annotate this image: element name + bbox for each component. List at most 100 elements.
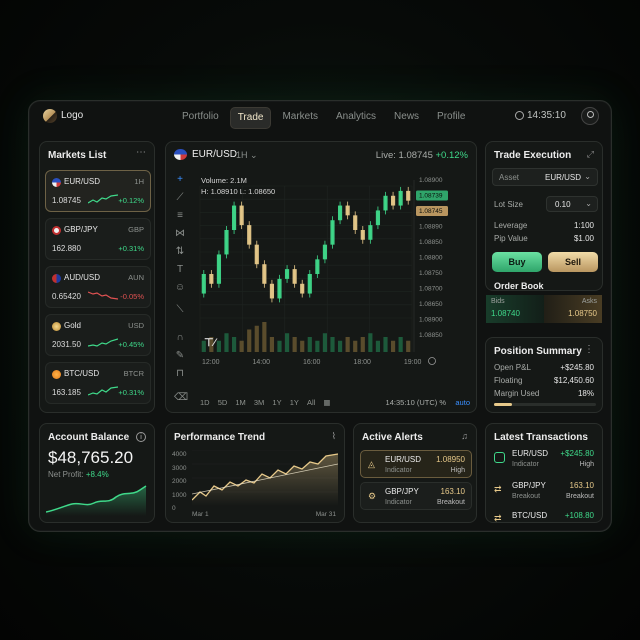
magnet-icon[interactable]: ∩ — [174, 332, 186, 344]
candle-body — [390, 195, 396, 206]
live-change: +0.12% — [435, 150, 469, 161]
horizontal-lines-icon[interactable]: ≡ — [174, 210, 186, 222]
swap-icon: ⇄ — [494, 513, 502, 523]
market-item-btcusd[interactable]: BTC/USD BTCR 163.185 +0.31% — [45, 362, 151, 404]
pattern-icon[interactable]: ⋈ — [174, 228, 186, 240]
tf-1d-button[interactable]: 1D — [200, 398, 210, 407]
nav-portfolio[interactable]: Portfolio — [175, 107, 226, 129]
margin-progress-fill — [494, 403, 513, 406]
buy-button[interactable]: Buy — [492, 252, 542, 272]
tf-1y-button-2[interactable]: 1Y — [290, 398, 299, 407]
candle-body — [247, 225, 252, 245]
y-tick: 4000 — [172, 451, 187, 458]
chart-live-readout: Live: 1.08745 +0.12% — [376, 150, 468, 161]
candle-body — [337, 205, 343, 221]
position-summary-title: Position Summary — [494, 346, 582, 357]
alert-item[interactable]: ◬ EUR/USD Indicator 1.08950 High — [360, 450, 472, 478]
alert-item[interactable]: ⚙ GBP/JPY Indicator 163.10 Breakout — [360, 482, 472, 510]
us-flag-icon — [52, 178, 61, 187]
ruler-icon[interactable]: ⟍ — [174, 304, 186, 316]
user-avatar-icon[interactable] — [581, 107, 599, 125]
alert-pair: GBP/JPY — [385, 487, 419, 496]
more-vertical-icon[interactable]: ⋮ — [584, 344, 594, 355]
lot-size-input[interactable]: 0.10 ⌄ — [546, 196, 598, 212]
volume-bar — [398, 337, 403, 352]
time-tick: 19:00 — [404, 359, 422, 366]
margin-progress-track — [494, 403, 596, 406]
tf-all-button[interactable]: All — [307, 398, 315, 407]
price-tick: 1.08850 — [419, 332, 443, 339]
market-name: BTC/USD — [64, 369, 100, 378]
asset-select[interactable]: Asset EUR/USD ⌄ — [492, 168, 598, 186]
candle-body — [375, 210, 381, 226]
chevron-down-icon: ⌄ — [585, 199, 592, 208]
auto-scale-toggle[interactable]: auto — [455, 398, 470, 407]
chevron-down-icon: ⌄ — [584, 172, 591, 181]
nav-profile[interactable]: Profile — [430, 107, 472, 129]
bid-price: 1.08740 — [491, 309, 520, 318]
calendar-icon[interactable]: ▦ — [323, 398, 330, 407]
order-book-title: Order Book — [494, 281, 544, 291]
candle-body — [209, 274, 214, 284]
candlestick-chart[interactable]: 1.08900 1.08739 1.08745 1.08890 1.08850 1.088… — [192, 172, 452, 388]
lot-size-value: 0.10 — [555, 200, 571, 209]
trendline-icon[interactable]: ⟋ — [174, 192, 186, 204]
tf-1m-button[interactable]: 1M — [235, 398, 245, 407]
trash-icon[interactable]: ⌫ — [174, 392, 188, 404]
gold-coin-icon — [52, 322, 61, 331]
nav-trade[interactable]: Trade — [229, 107, 272, 129]
candle-body — [300, 283, 305, 294]
sell-button[interactable]: Sell — [548, 252, 598, 272]
alert-type: Indicator — [385, 499, 412, 506]
fib-icon[interactable]: ⇅ — [174, 246, 186, 258]
text-icon[interactable]: T — [174, 264, 186, 276]
open-pnl-value: +$245.80 — [560, 363, 594, 372]
crosshair-icon[interactable]: + — [174, 174, 186, 186]
open-pnl-label: Open P&L — [494, 363, 531, 372]
volume-bar — [375, 340, 381, 352]
trend-icon[interactable]: ⌇ — [332, 431, 336, 442]
candle-body — [353, 215, 358, 230]
nav-news[interactable]: News — [387, 107, 426, 129]
latest-transactions-panel: Latest Transactions EUR/USD Indicator +$… — [485, 423, 603, 523]
logo-text[interactable]: Logo — [61, 110, 83, 121]
lock-icon[interactable]: ⊓ — [174, 368, 186, 380]
nav-analytics[interactable]: Analytics — [329, 107, 383, 129]
gbp-jpy-icon — [52, 226, 61, 235]
app-window: Logo Portfolio Trade Markets Analytics N… — [28, 100, 612, 532]
price-tick: 1.08739 — [419, 193, 443, 200]
market-item-audusd[interactable]: AUD/USD AUN 0.65420 -0.05% — [45, 266, 151, 308]
pen-icon[interactable]: ✎ — [174, 350, 186, 362]
market-change: +0.45% — [118, 340, 144, 349]
us-flag-icon — [174, 149, 187, 160]
chart-timeframe-select[interactable]: 1H ⌄ — [236, 150, 258, 161]
tf-1y-button[interactable]: 1Y — [272, 398, 281, 407]
lot-size-label: Lot Size — [494, 200, 523, 209]
volume-bar — [345, 337, 350, 352]
time-tick: 18:00 — [353, 359, 371, 366]
alert-level: High — [450, 467, 465, 474]
tx-amount: +$245.80 — [560, 449, 594, 458]
pip-value-label: Pip Value — [494, 234, 528, 243]
bell-icon[interactable]: ♫ — [461, 431, 468, 441]
volume-bar — [406, 340, 411, 352]
chart-tf-label: 1H — [236, 150, 248, 160]
aud-flag-icon — [52, 274, 61, 283]
chart-pair[interactable]: EUR/USD — [192, 149, 237, 160]
price-tick: 1.08750 — [419, 270, 443, 277]
info-icon[interactable]: i — [136, 432, 146, 442]
active-alerts-panel: Active Alerts ♫ ◬ EUR/USD Indicator 1.08… — [353, 423, 477, 523]
emoji-icon[interactable]: ☺ — [174, 282, 186, 294]
latest-transactions-title: Latest Transactions — [494, 432, 588, 443]
more-menu-icon[interactable]: ⋯ — [136, 147, 146, 158]
market-item-eurusd[interactable]: EUR/USD 1H 1.08745 +0.12% — [45, 170, 151, 212]
market-item-gold[interactable]: Gold USD 2031.50 +0.45% — [45, 314, 151, 356]
expand-icon[interactable]: ⤢ — [587, 149, 594, 160]
candle-body — [239, 205, 244, 226]
tf-3m-button[interactable]: 3M — [254, 398, 264, 407]
tf-5d-button[interactable]: 5D — [218, 398, 228, 407]
market-item-gbpjpy[interactable]: GBP/JPY GBP 162.880 +0.31% — [45, 218, 151, 260]
nav-markets[interactable]: Markets — [275, 107, 325, 129]
tx-amount: 163.10 — [569, 481, 594, 490]
sparkline-up — [88, 386, 118, 396]
